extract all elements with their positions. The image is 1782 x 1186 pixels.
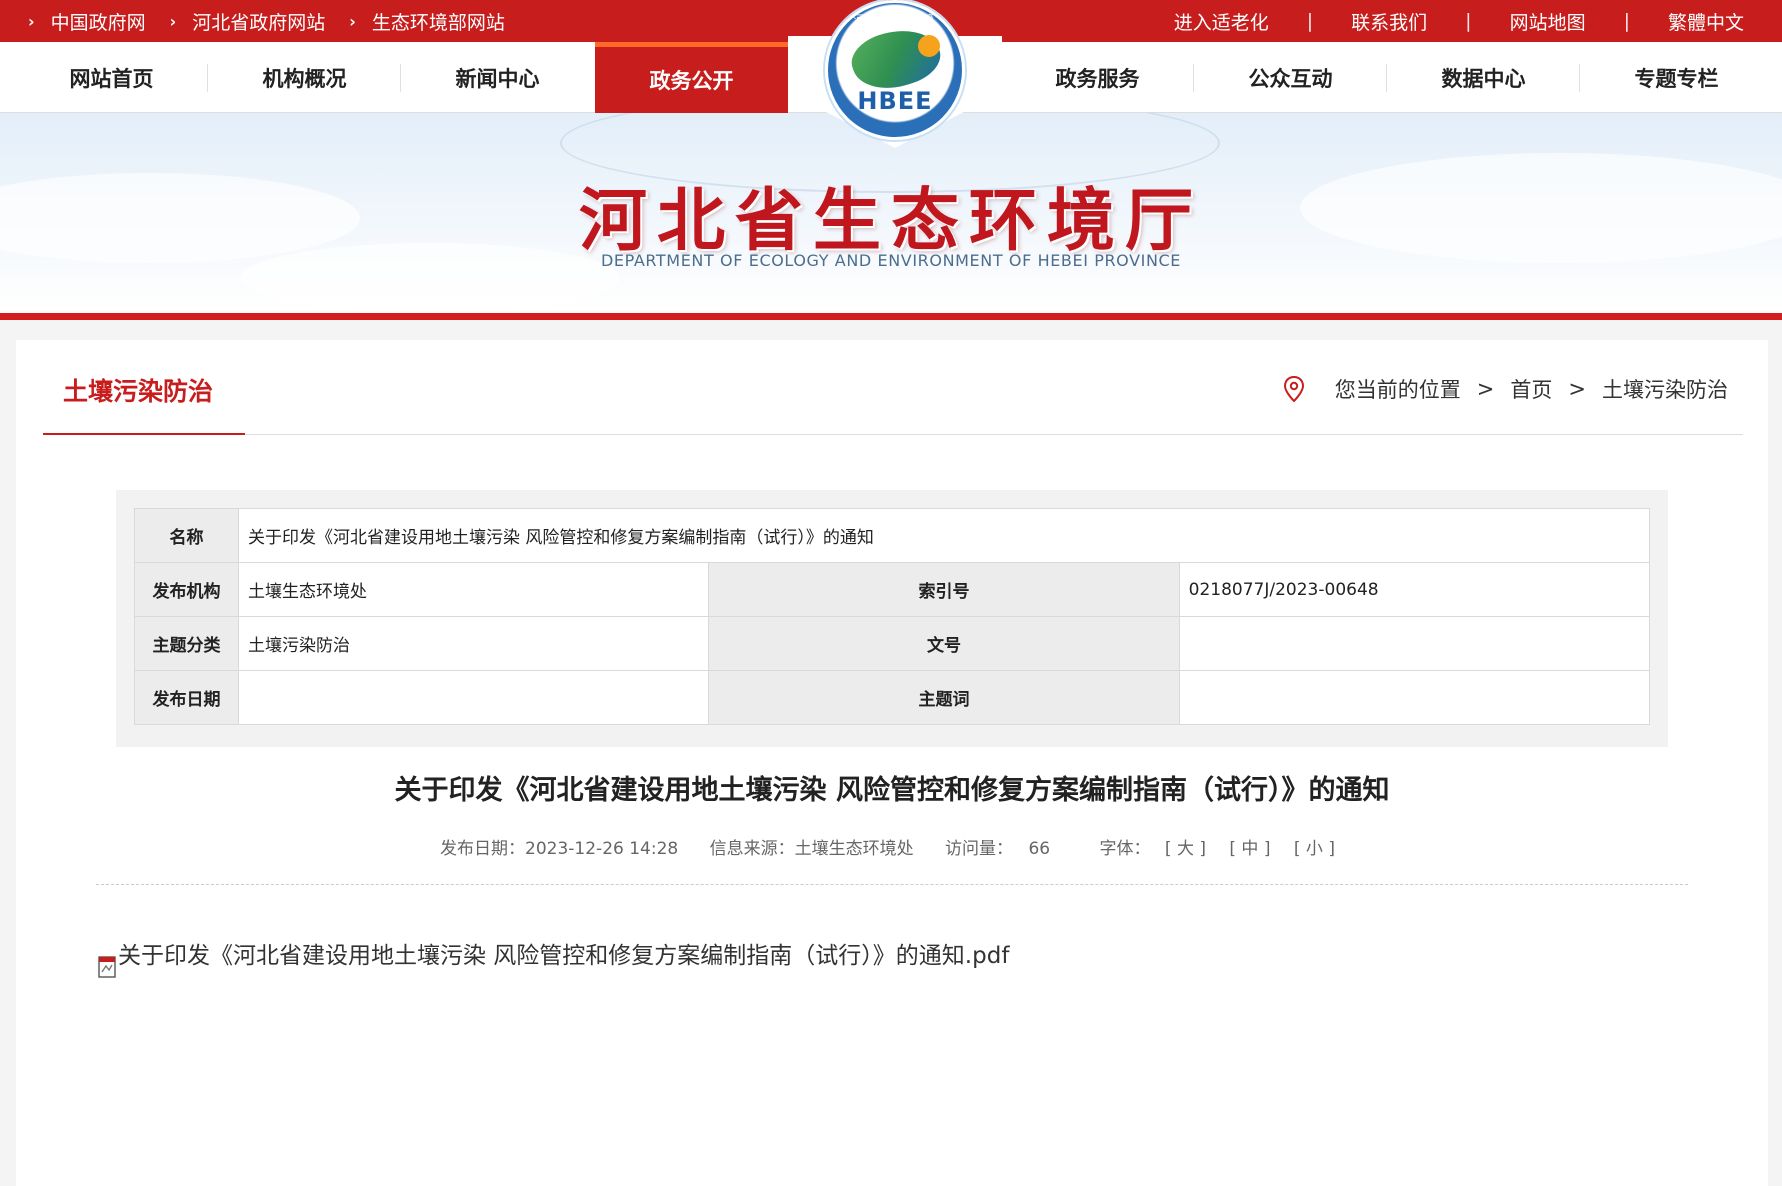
site-title-english: DEPARTMENT OF ECOLOGY AND ENVIRONMENT OF… (600, 251, 1181, 270)
separator: | (1306, 10, 1314, 32)
link-label: 生态环境部网站 (371, 11, 505, 34)
source-value: 土壤生态环境处 (794, 839, 914, 859)
keyword-label: 主题词 (708, 670, 1180, 725)
article-title: 关于印发《河北省建设用地土壤污染 风险管控和修复方案编制指南（试行）》的通知 (394, 775, 1390, 806)
chevron-right-icon: › (349, 11, 356, 31)
source-label: 信息来源： (709, 839, 795, 859)
keyword-value (1178, 670, 1651, 725)
breadcrumb-arrow: > (1476, 377, 1495, 401)
nav-label: 公众互动 (1248, 66, 1333, 91)
date-value (237, 670, 710, 725)
link-gov-cn[interactable]: › 中国政府网 (28, 8, 146, 35)
external-links: › 中国政府网 › 河北省政府网站 › 生态环境部网站 (28, 0, 529, 42)
nav-item-news[interactable]: 新闻中心 (401, 42, 594, 113)
font-large-button[interactable]: [ 大 ] (1165, 839, 1206, 859)
nav-label: 专题专栏 (1634, 66, 1719, 91)
nav-item-services[interactable]: 政务服务 (1001, 42, 1194, 113)
breadcrumb-prefix: 您当前的位置 (1334, 378, 1461, 402)
nav-item-interaction[interactable]: 公众互动 (1194, 42, 1387, 113)
font-medium-button[interactable]: [ 中 ] (1229, 839, 1270, 859)
sitemap-link[interactable]: 网站地图 (1510, 8, 1586, 35)
link-hebei-gov[interactable]: › 河北省政府网站 (170, 8, 326, 35)
link-mee[interactable]: › 生态环境部网站 (349, 8, 505, 35)
document-info-box: 名称 关于印发《河北省建设用地土壤污染 风险管控和修复方案编制指南（试行）》的通… (116, 490, 1668, 747)
elderly-mode-link[interactable]: 进入适老化 (1174, 8, 1269, 35)
chevron-right-icon: › (169, 11, 177, 31)
document-info-table: 名称 关于印发《河北省建设用地土壤污染 风险管控和修复方案编制指南（试行）》的通… (134, 508, 1651, 725)
nav-label: 机构概况 (262, 66, 347, 91)
site-logo[interactable]: 河北生态环境 HBEE (788, 0, 1002, 150)
separator: | (1465, 10, 1472, 32)
site-title: 河北省生态环境厅 (578, 181, 1203, 261)
publish-date-value: 2023-12-26 14:28 (525, 839, 679, 859)
table-row: 发布机构 土壤生态环境处 索引号 0218077J/2023-00648 (134, 562, 1651, 617)
article-meta: 发布日期：2023-12-26 14:28 信息来源：土壤生态环境处 访问量： … (16, 834, 1768, 859)
nav-label: 政务公开 (649, 69, 734, 93)
content-divider (96, 884, 1688, 885)
topic-label: 主题分类 (134, 616, 239, 671)
logo-emblem: 河北生态环境 HBEE (825, 0, 965, 140)
sun-icon (918, 35, 940, 57)
index-label: 索引号 (708, 562, 1180, 617)
docno-value (1178, 616, 1651, 671)
nav-label: 数据中心 (1441, 66, 1526, 91)
table-row: 主题分类 土壤污染防治 文号 (134, 616, 1651, 671)
topic-value: 土壤污染防治 (237, 616, 710, 671)
pdf-file-icon (98, 956, 116, 978)
link-label: 河北省政府网站 (192, 11, 326, 34)
font-small-button[interactable]: [ 小 ] (1294, 839, 1335, 859)
org-value: 土壤生态环境处 (237, 562, 710, 617)
contact-link[interactable]: 联系我们 (1351, 8, 1427, 35)
nav-item-organization[interactable]: 机构概况 (208, 42, 401, 113)
location-pin-icon (1283, 376, 1304, 402)
nav-label: 新闻中心 (455, 66, 540, 91)
views-value: 66 (1028, 839, 1051, 859)
attachment-name: 关于印发《河北省建设用地土壤污染 风险管控和修复方案编制指南（试行）》的通知.p… (118, 943, 1010, 969)
utility-links: 进入适老化 | 联系我们 | 网站地图 | 繁體中文 (1174, 0, 1744, 42)
separator: | (1623, 10, 1630, 32)
index-value: 0218077J/2023-00648 (1178, 562, 1651, 617)
breadcrumb-arrow: > (1568, 377, 1586, 401)
banner-divider (0, 313, 1782, 320)
logo-ring-text: 河北生态环境 (853, 13, 937, 26)
content-panel: 土壤污染防治 您当前的位置 > 首页 > 土壤污染防治 名称 关于印发《河北省建… (16, 340, 1768, 1186)
name-value: 关于印发《河北省建设用地土壤污染 风险管控和修复方案编制指南（试行）》的通知 (238, 508, 1650, 563)
breadcrumb-current[interactable]: 土壤污染防治 (1602, 374, 1728, 404)
pdf-attachment-link[interactable]: 关于印发《河北省建设用地土壤污染 风险管控和修复方案编制指南（试行）》的通知.p… (96, 936, 1010, 978)
table-row: 发布日期 主题词 (134, 670, 1651, 725)
nav-item-gov-affairs[interactable]: 政务公开 (595, 42, 788, 113)
link-label: 中国政府网 (50, 11, 146, 34)
breadcrumb: 您当前的位置 > 首页 > 土壤污染防治 (1283, 374, 1728, 404)
section-divider (43, 434, 1743, 435)
nav-item-home[interactable]: 网站首页 (15, 42, 208, 113)
nav-label: 政务服务 (1055, 66, 1140, 91)
section-title: 土壤污染防治 (63, 377, 214, 406)
table-row: 名称 关于印发《河北省建设用地土壤污染 风险管控和修复方案编制指南（试行）》的通… (134, 508, 1650, 563)
docno-label: 文号 (708, 616, 1180, 671)
logo-abbr: HBEE (857, 87, 933, 115)
publish-date-label: 发布日期： (440, 839, 526, 859)
chevron-right-icon: › (28, 11, 35, 31)
nav-label: 网站首页 (69, 66, 154, 91)
org-label: 发布机构 (134, 562, 239, 617)
section-title-underline (43, 433, 245, 435)
name-label: 名称 (134, 508, 239, 563)
font-size-label: 字体： (1099, 839, 1151, 859)
nav-item-topics[interactable]: 专题专栏 (1580, 42, 1773, 113)
date-label: 发布日期 (134, 670, 239, 725)
traditional-chinese-link[interactable]: 繁體中文 (1668, 8, 1744, 35)
views-label: 访问量： (945, 839, 1014, 859)
breadcrumb-home[interactable]: 首页 (1510, 374, 1552, 404)
nav-item-data-center[interactable]: 数据中心 (1387, 42, 1580, 113)
